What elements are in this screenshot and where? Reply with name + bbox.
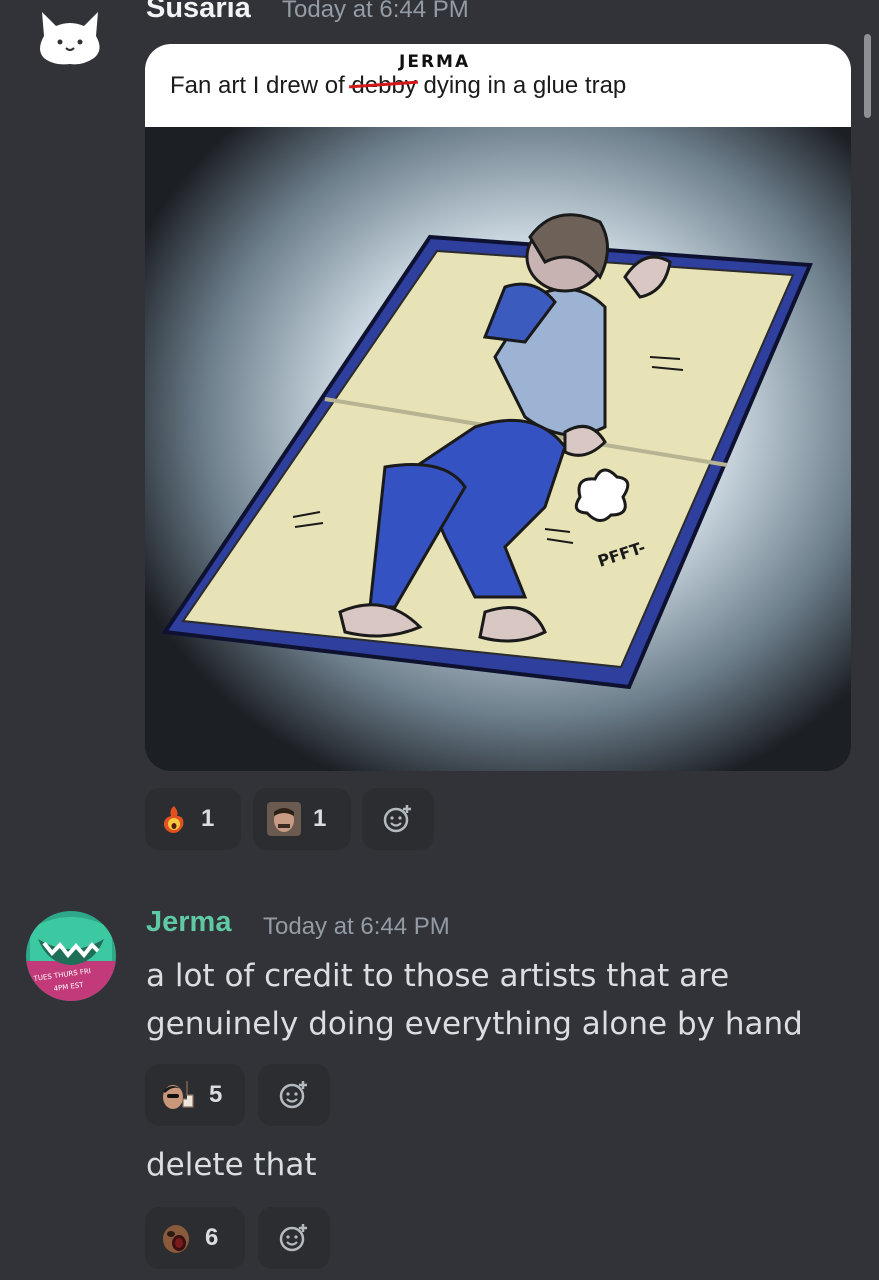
scrollbar-thumb[interactable] [864, 34, 871, 118]
shocked-face-emoji-icon [163, 1225, 189, 1253]
fire-face-emoji-icon [163, 806, 184, 833]
message-line: genuinely doing everything alone by hand [146, 1006, 803, 1042]
message-content[interactable]: a lot of credit to those artists that ar… [146, 952, 803, 1048]
fan-art-illustration: PFFT- [145, 127, 851, 771]
caption-struck-word: debby [351, 72, 417, 99]
add-reaction-button[interactable] [258, 1064, 330, 1126]
reaction-pointing-man[interactable]: 5 [145, 1064, 245, 1126]
add-reaction-icon [279, 1224, 307, 1252]
jerma-face-emoji-icon [267, 802, 301, 836]
avatar-jerma[interactable]: TUES THURS FRI 4PM EST [24, 909, 118, 1003]
message-content[interactable]: delete that [146, 1141, 316, 1189]
reaction-count: 5 [209, 1081, 223, 1108]
add-reaction-icon [279, 1081, 307, 1109]
image-attachment[interactable]: JERMA Fan art I drew of debby dying in a… [145, 44, 851, 771]
avatar-susaria[interactable] [34, 6, 106, 68]
message-timestamp: Today at 6:44 PM [282, 0, 469, 23]
message-line: delete that [146, 1147, 317, 1183]
reaction-count: 1 [201, 805, 215, 832]
add-reaction-button[interactable] [362, 788, 434, 850]
message-timestamp: Today at 6:44 PM [263, 913, 450, 940]
reaction-shocked-face[interactable]: 6 [145, 1207, 245, 1269]
add-reaction-button[interactable] [258, 1207, 330, 1269]
caption-text-after: dying in a glue trap [416, 72, 627, 99]
reaction-count: 6 [205, 1224, 219, 1251]
reaction-fire-face[interactable]: 1 [145, 788, 241, 850]
reaction-count: 1 [313, 805, 327, 832]
pointing-man-emoji-icon [163, 1081, 194, 1109]
add-reaction-icon [383, 805, 411, 833]
art-caption: JERMA Fan art I drew of debby dying in a… [145, 44, 851, 127]
message-username[interactable]: Susaria [146, 0, 251, 25]
caption-text-before: Fan art I drew of [170, 72, 352, 99]
reaction-jerma-face[interactable]: 1 [253, 788, 351, 850]
caption-insert: JERMA [399, 52, 471, 72]
message-line: a lot of credit to those artists that ar… [146, 958, 730, 994]
message-username[interactable]: Jerma [146, 906, 231, 939]
